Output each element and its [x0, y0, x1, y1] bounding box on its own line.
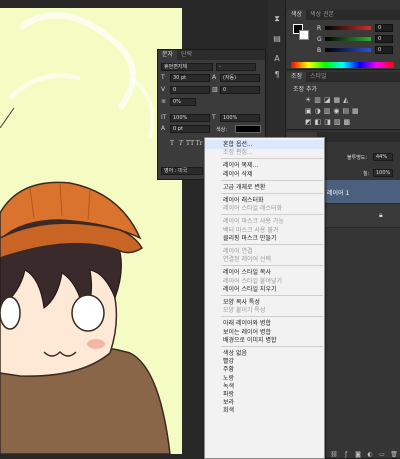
menu-separator: [221, 295, 323, 296]
menu-separator: [221, 214, 323, 216]
slider-track[interactable]: [325, 37, 371, 41]
text-color-swatch[interactable]: [235, 125, 261, 133]
artwork-canvas[interactable]: [0, 8, 182, 454]
all-caps-button[interactable]: TT: [186, 140, 194, 148]
baseline-icon: A: [161, 125, 166, 132]
tab-character[interactable]: 문자: [158, 50, 178, 60]
group-icon[interactable]: ▭: [378, 451, 386, 458]
slider-letter: B: [317, 46, 322, 54]
leading-field[interactable]: (자동): [220, 74, 260, 82]
menu-separator: [221, 193, 323, 194]
tracking-field[interactable]: 0: [220, 86, 260, 94]
mask-icon[interactable]: ◙: [354, 451, 362, 458]
color-slider-b[interactable]: B0: [317, 46, 393, 54]
tab-styles[interactable]: 스타일: [306, 72, 331, 82]
menu-separator: [221, 316, 323, 318]
horizontal-scale-icon: T: [212, 114, 216, 121]
slider-track[interactable]: [325, 48, 371, 52]
type-panel-icon[interactable]: A: [272, 54, 282, 64]
layer-name: 레이어 1: [327, 190, 350, 197]
link-layers-icon[interactable]: ⛓: [330, 451, 338, 458]
lock-icon: 🔒︎: [379, 211, 383, 219]
actions-icon[interactable]: ▤: [272, 34, 282, 44]
fx-icon[interactable]: ƒ: [342, 451, 350, 458]
layer-context-menu: 혼합 옵션... 조정 편집... 레이어 복제... 레이어 삭제 고급 개체로 변환…: [204, 137, 325, 459]
color-slider-g[interactable]: G0: [317, 35, 393, 43]
adjustments-subtitle: 조정 추가: [293, 86, 317, 93]
vertical-scale-icon: IT: [161, 114, 167, 121]
chibi-drawing: [0, 12, 171, 454]
paragraph-icon[interactable]: ¶: [272, 70, 282, 80]
fill-label: 칠:: [363, 171, 370, 177]
menu-separator: [221, 244, 323, 245]
menu-separator: [221, 346, 323, 347]
menu-item: 연결된 레이어 선택: [223, 256, 271, 264]
background-color-swatch[interactable]: [299, 30, 309, 40]
opacity-label: 불투명도:: [347, 155, 368, 161]
language-select[interactable]: 영어 : 미국: [161, 167, 203, 175]
color-slider-r[interactable]: R0: [317, 24, 393, 32]
history-icon[interactable]: ⧗: [272, 14, 282, 24]
slider-value-field[interactable]: 0: [375, 46, 393, 54]
adjustment-icons-row-3[interactable]: ◩◧◨▨▩: [305, 118, 353, 126]
slider-letter: R: [317, 24, 322, 32]
menu-item[interactable]: 레이어 스타일 지우기: [205, 285, 324, 294]
tsume-icon: ≋: [161, 98, 167, 105]
menu-separator: [221, 265, 323, 267]
kerning-icon: V: [161, 86, 166, 93]
kerning-field[interactable]: 0: [170, 86, 210, 94]
font-size-field[interactable]: 30 pt: [170, 74, 210, 82]
adjustment-layer-icon[interactable]: ◐: [366, 451, 374, 458]
menu-item[interactable]: 클리핑 마스크 만들기: [205, 234, 324, 243]
font-style-select[interactable]: -: [216, 63, 256, 71]
font-size-icon: T: [161, 74, 165, 81]
menu-item[interactable]: 회색: [205, 406, 324, 415]
font-family-select[interactable]: 휴먼편지체: [161, 63, 213, 71]
tab-adjustments[interactable]: 조정: [287, 72, 307, 82]
color-spectrum-bar[interactable]: [291, 62, 394, 68]
menu-item: 레이어 스타일 래스터화: [223, 205, 283, 213]
tab-color[interactable]: 색상: [287, 10, 307, 20]
menu-item[interactable]: 배경으로 이미지 병합: [205, 336, 324, 345]
horizontal-scale-field[interactable]: 100%: [220, 114, 260, 122]
small-caps-button[interactable]: Tr: [195, 140, 203, 148]
faux-bold-button[interactable]: T: [168, 140, 176, 148]
opacity-field[interactable]: 44%: [373, 153, 393, 161]
slider-value-field[interactable]: 0: [375, 35, 393, 43]
tab-paragraph[interactable]: 단락: [177, 50, 196, 60]
vertical-scale-field[interactable]: 100%: [170, 114, 210, 122]
slider-letter: G: [317, 35, 322, 43]
leading-icon: A: [212, 74, 217, 81]
fill-field[interactable]: 100%: [373, 169, 393, 177]
menu-separator: [221, 158, 323, 160]
color-panel: 색상 색상 견본 R0G0B0: [287, 10, 400, 70]
faux-italic-button[interactable]: T: [177, 140, 185, 148]
tsume-field[interactable]: 0%: [170, 98, 196, 106]
menu-item: 모양 붙이기 특성: [223, 307, 266, 315]
tracking-icon: ▥: [212, 86, 218, 93]
text-color-label: 색상:: [216, 127, 227, 133]
adjustment-icons-row-1[interactable]: ☀▥◪▦◭: [305, 96, 352, 104]
adjustment-icons-row-2[interactable]: ▣◑▥◉▤▦: [305, 107, 362, 115]
adjustments-panel: 조정 스타일 조정 추가 ☀▥◪▦◭ ▣◑▥◉▤▦ ◩◧◨▨▩: [287, 72, 400, 130]
trash-icon[interactable]: 🗑︎: [390, 451, 398, 458]
tab-swatches[interactable]: 색상 견본: [306, 10, 338, 20]
slider-track[interactable]: [325, 26, 371, 30]
menu-item[interactable]: 고급 개체로 변환: [205, 183, 324, 192]
menu-separator: [221, 179, 323, 181]
baseline-field[interactable]: 0 pt: [170, 125, 210, 133]
menu-item: 조정 편집...: [223, 149, 253, 157]
slider-value-field[interactable]: 0: [375, 24, 393, 32]
menu-item[interactable]: 레이어 삭제: [205, 170, 324, 179]
